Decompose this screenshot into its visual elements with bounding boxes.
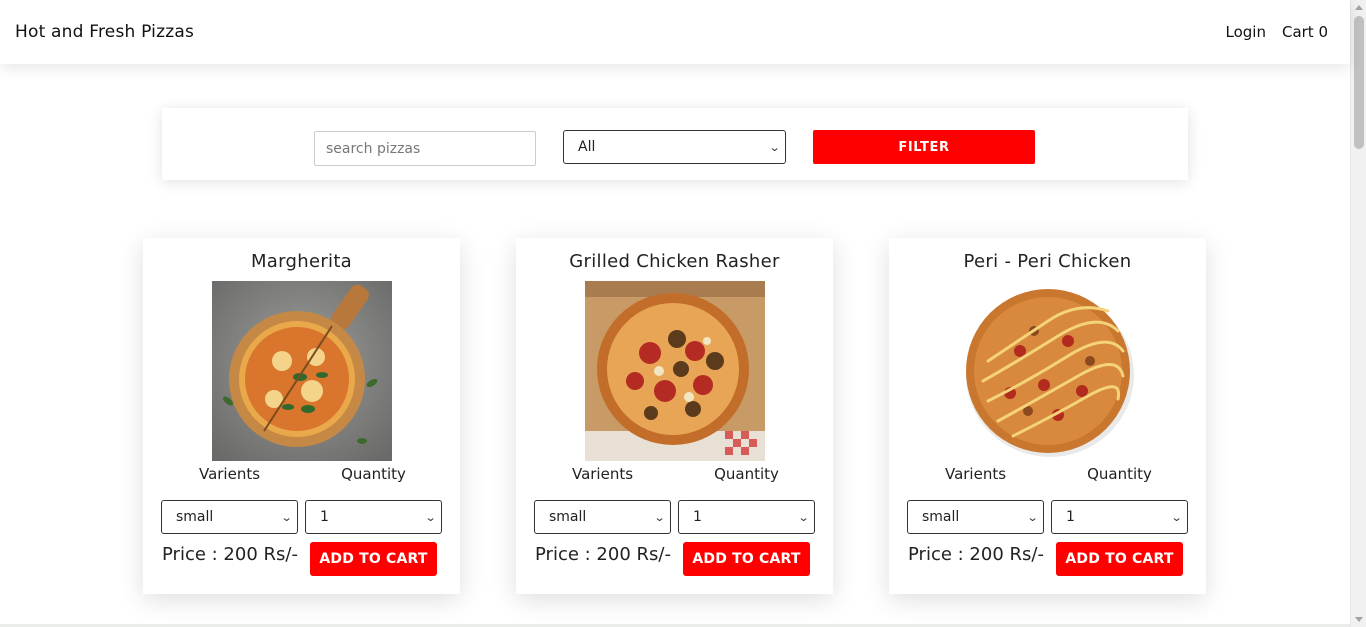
quantity-label: Quantity [714, 465, 779, 483]
vertical-scrollbar[interactable] [1350, 0, 1366, 627]
filter-bar: All ⌄ FILTER [162, 108, 1188, 180]
quantity-selected-value: 1 [1066, 509, 1075, 525]
category-select[interactable]: All ⌄ [563, 130, 786, 164]
grilled-chicken-pizza-photo [585, 281, 765, 461]
search-input[interactable] [314, 131, 536, 166]
filter-button[interactable]: FILTER [813, 130, 1035, 164]
scroll-down-arrow-icon[interactable] [1355, 617, 1363, 622]
variant-selected-value: small [549, 509, 587, 525]
variants-label: Varients [198, 465, 261, 483]
chevron-down-icon: ⌄ [653, 510, 666, 524]
pizza-name: Grilled Chicken Rasher [569, 251, 780, 272]
peri-peri-pizza-photo [958, 281, 1138, 461]
pizza-card: Peri - Peri Chicken Varients Quantity sm… [889, 238, 1206, 594]
variant-select[interactable]: small ⌄ [161, 500, 298, 534]
quantity-selected-value: 1 [693, 509, 702, 525]
scrollbar-thumb[interactable] [1354, 16, 1364, 149]
chevron-down-icon: ⌄ [280, 510, 293, 524]
quantity-selected-value: 1 [320, 509, 329, 525]
category-selected-value: All [578, 139, 596, 155]
quantity-select[interactable]: 1 ⌄ [305, 500, 442, 534]
nav-links: Login Cart 0 [1226, 23, 1329, 41]
add-to-cart-button[interactable]: ADD TO CART [1056, 542, 1183, 576]
chevron-down-icon: ⌄ [424, 510, 437, 524]
variant-selected-value: small [922, 509, 960, 525]
variants-label: Varients [944, 465, 1007, 483]
login-link[interactable]: Login [1226, 23, 1266, 41]
pizza-name: Peri - Peri Chicken [963, 251, 1132, 272]
add-to-cart-button[interactable]: ADD TO CART [310, 542, 437, 576]
variant-select[interactable]: small ⌄ [907, 500, 1044, 534]
variants-label: Varients [571, 465, 634, 483]
chevron-down-icon: ⌄ [1170, 510, 1183, 524]
navbar: Hot and Fresh Pizzas Login Cart 0 [0, 0, 1350, 64]
scroll-up-arrow-icon[interactable] [1355, 5, 1363, 10]
add-to-cart-button[interactable]: ADD TO CART [683, 542, 810, 576]
price-text: Price : 200 Rs/- [162, 544, 298, 565]
chevron-down-icon: ⌄ [797, 510, 810, 524]
chevron-down-icon: ⌄ [1026, 510, 1039, 524]
quantity-label: Quantity [341, 465, 406, 483]
pizza-name: Margherita [250, 251, 353, 272]
quantity-select[interactable]: 1 ⌄ [678, 500, 815, 534]
cart-link[interactable]: Cart 0 [1282, 23, 1328, 41]
quantity-select[interactable]: 1 ⌄ [1051, 500, 1188, 534]
price-text: Price : 200 Rs/- [908, 544, 1044, 565]
variant-select[interactable]: small ⌄ [534, 500, 671, 534]
variant-selected-value: small [176, 509, 214, 525]
chevron-down-icon: ⌄ [768, 140, 781, 154]
price-text: Price : 200 Rs/- [535, 544, 671, 565]
pizza-card: Grilled Chicken Rasher Varients Quantity… [516, 238, 833, 594]
pizza-card: Margherita Varients Quantity small ⌄ 1 ⌄… [143, 238, 460, 594]
quantity-label: Quantity [1087, 465, 1152, 483]
brand-title[interactable]: Hot and Fresh Pizzas [15, 22, 194, 42]
margherita-pizza-photo [212, 281, 392, 461]
